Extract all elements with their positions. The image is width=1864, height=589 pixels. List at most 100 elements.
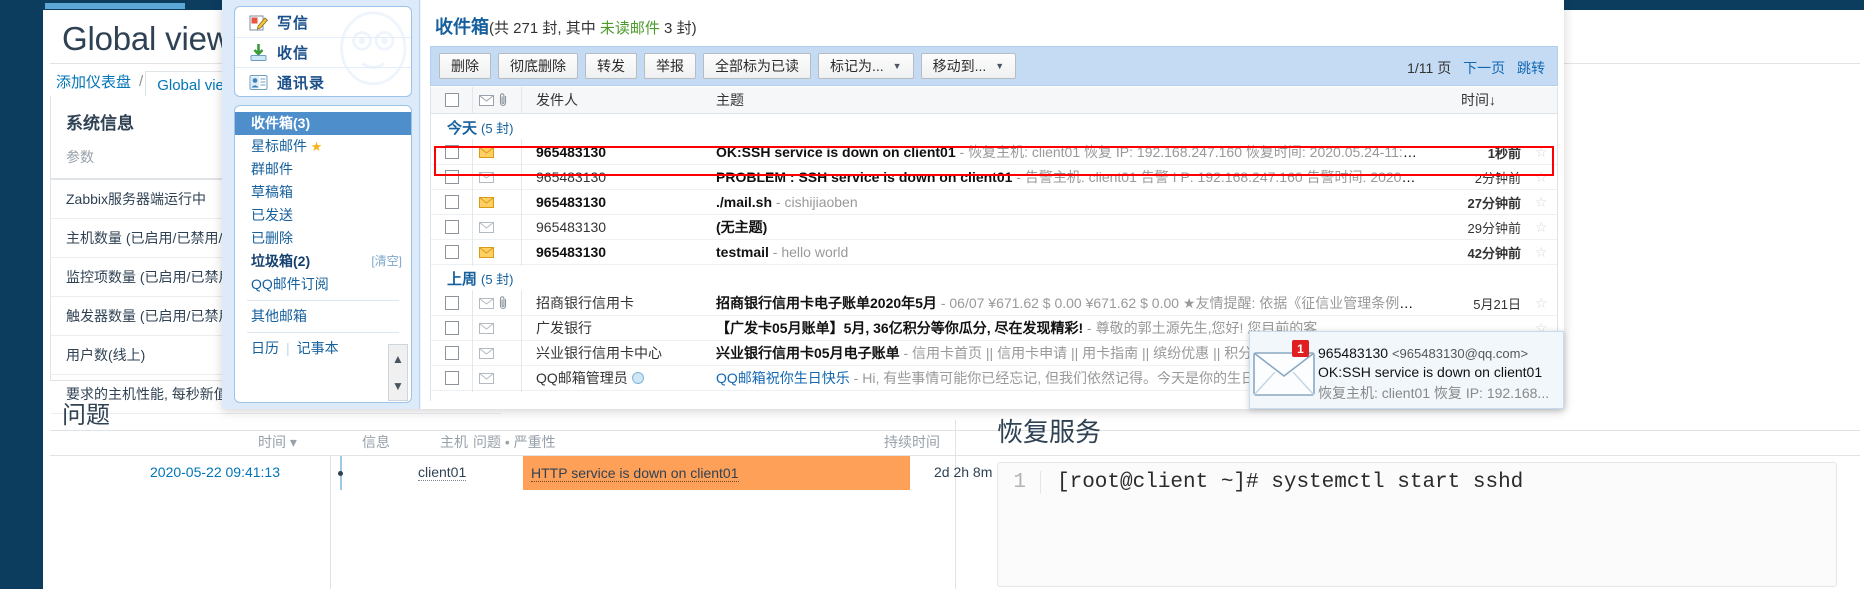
timeline-dot-icon <box>338 471 343 476</box>
mail-list-item[interactable]: 965483130 ./mail.sh - cishijiaoben 27分钟前 ☆ <box>431 188 1557 216</box>
envelope-icon[interactable] <box>479 94 494 106</box>
mail-list-item[interactable]: 965483130 (无主题) 29分钟前 ☆ <box>431 213 1557 241</box>
sidebar-item-QQ邮件订阅[interactable]: QQ邮件订阅 <box>235 273 411 296</box>
star-icon: ★ <box>307 139 323 154</box>
row-checkbox[interactable] <box>444 195 459 209</box>
sidebar-item-calendar[interactable]: 日历 <box>251 340 279 356</box>
scroll-up-icon[interactable]: ▲ <box>389 345 407 372</box>
row-checkbox[interactable] <box>444 346 459 360</box>
inbox-folder-name: 收件箱 <box>435 17 489 37</box>
mail-subject[interactable]: (无主题) <box>707 217 1417 237</box>
toolbar-button-移动到[interactable]: 移动到... ▼ <box>920 53 1017 79</box>
toolbar-button-删除[interactable]: 删除 <box>439 53 491 79</box>
star-toggle-icon[interactable]: ☆ <box>1535 295 1557 312</box>
row-checkbox[interactable] <box>444 296 459 310</box>
mail-subject[interactable]: ./mail.sh - cishijiaoben <box>707 194 1417 210</box>
toast-sender-line: 965483130 <965483130@qq.com> <box>1318 345 1553 361</box>
column-subject[interactable]: 主题 <box>707 90 1437 110</box>
mail-list-item[interactable]: 965483130 testmail - hello world 42分钟前 ☆ <box>431 238 1557 266</box>
status-badge[interactable]: HTTP service is down on client01 <box>523 456 910 490</box>
empty-trash-link[interactable]: [清空] <box>371 250 402 273</box>
toolbar-button-举报[interactable]: 举报 <box>644 53 696 79</box>
star-toggle-icon[interactable]: ☆ <box>1535 219 1557 236</box>
problems-col-info[interactable]: 信息 <box>362 432 390 452</box>
compose-menu-label: 通讯录 <box>277 75 326 92</box>
row-checkbox-cell[interactable] <box>431 245 472 259</box>
problems-col-time[interactable]: 时间 ▾ <box>258 432 297 452</box>
envelope-icon <box>1253 352 1315 396</box>
verified-badge-icon <box>631 372 644 384</box>
column-sender[interactable]: 发件人 <box>522 90 707 110</box>
problems-col-host[interactable]: 主机 <box>440 432 468 452</box>
problems-widget-title: 问题 <box>62 402 110 429</box>
mail-list-item[interactable]: 招商银行信用卡 招商银行信用卡电子账单2020年5月 - 06/07 ¥671.6… <box>431 289 1557 317</box>
sidebar-item-草稿箱[interactable]: 草稿箱 <box>235 181 411 204</box>
select-all-cell[interactable] <box>431 93 472 107</box>
row-checkbox-cell[interactable] <box>431 296 472 310</box>
problem-time[interactable]: 2020-05-22 09:41:13 <box>150 464 280 480</box>
chevron-down-icon[interactable]: ▼ <box>893 61 902 71</box>
toolbar-button-转发[interactable]: 转发 <box>585 53 637 79</box>
mail-subject[interactable]: 招商银行信用卡电子账单2020年5月 - 06/07 ¥671.62 $ 0.0… <box>707 293 1417 313</box>
mail-group-count: (5 封) <box>481 120 514 136</box>
select-all-checkbox[interactable] <box>444 93 459 107</box>
sidebar-item-other-mailbox[interactable]: 其他邮箱 <box>235 305 411 328</box>
mail-group-header[interactable]: 今天 (5 封) <box>431 114 1557 140</box>
problems-col-problem[interactable]: 问题 • 严重性 <box>473 432 556 452</box>
toolbar-button-label: 全部标为已读 <box>715 58 799 74</box>
toolbar-button-彻底删除[interactable]: 彻底删除 <box>498 53 578 79</box>
sidebar-scrollbar[interactable]: ▲ ▼ <box>388 344 408 401</box>
folder-label: QQ邮件订阅 <box>251 276 329 292</box>
row-checkbox-cell[interactable] <box>431 371 472 385</box>
toolbar-button-标记为[interactable]: 标记为... ▼ <box>818 53 914 79</box>
row-checkbox-cell[interactable] <box>431 220 472 234</box>
next-page-link[interactable]: 下一页 <box>1463 60 1505 76</box>
page-title: Global view <box>62 20 231 57</box>
problem-host[interactable]: client01 <box>418 464 467 481</box>
paperclip-icon <box>499 296 507 310</box>
scroll-down-icon[interactable]: ▼ <box>389 372 407 399</box>
compose-menu-item-contacts[interactable]: 通讯录 <box>235 67 411 96</box>
mail-toolbar: 删除 彻底删除 转发 举报 全部标为已读 标记为... ▼ 移动到... ▼ 1/11 页 下一… <box>430 46 1558 86</box>
inbox-unread-label[interactable]: 未读邮件 <box>600 20 660 37</box>
row-checkbox-cell[interactable] <box>431 195 472 209</box>
toolbar-button-label: 标记为... <box>830 58 884 74</box>
highlight-box <box>434 146 1554 176</box>
page-indicator: 1/11 页 <box>1407 60 1452 76</box>
sidebar-item-已发送[interactable]: 已发送 <box>235 204 411 227</box>
mail-time: 27分钟前 <box>1467 195 1521 211</box>
sidebar-item-群邮件[interactable]: 群邮件 <box>235 158 411 181</box>
column-time[interactable]: 时间↓ <box>1437 90 1557 110</box>
sidebar-item-垃圾箱[interactable]: 垃圾箱(2) [清空] <box>235 250 411 273</box>
row-checkbox[interactable] <box>444 321 459 335</box>
chevron-down-icon[interactable]: ▼ <box>995 61 1004 71</box>
new-mail-notification[interactable]: 1 965483130 <965483130@qq.com> OK:SSH se… <box>1249 331 1564 409</box>
sidebar-item-已删除[interactable]: 已删除 <box>235 227 411 250</box>
star-toggle-icon[interactable]: ☆ <box>1535 194 1557 211</box>
sidebar-item-星标邮件[interactable]: 星标邮件 ★ <box>235 135 411 158</box>
row-checkbox[interactable] <box>444 245 459 259</box>
compose-menu-item-compose[interactable]: 写信 <box>235 7 411 37</box>
compose-menu-label: 写信 <box>277 14 310 32</box>
toolbar-button-全部标为已读[interactable]: 全部标为已读 <box>703 53 811 79</box>
breadcrumb-add-dashboard[interactable]: 添加仪表盘 <box>50 68 137 95</box>
problems-col-duration[interactable]: 持续时间 <box>884 432 940 452</box>
row-checkbox-cell[interactable] <box>431 321 472 335</box>
sidebar-item-收件箱[interactable]: 收件箱(3) <box>235 112 411 135</box>
star-toggle-icon[interactable]: ☆ <box>1535 244 1557 261</box>
folder-label: 收件箱(3) <box>251 115 311 131</box>
mail-subject[interactable]: testmail - hello world <box>707 244 1417 260</box>
toolbar-button-label: 转发 <box>597 58 625 74</box>
inbox-count-prefix: (共 271 封, 其中 <box>489 20 600 37</box>
row-checkbox[interactable] <box>444 220 459 234</box>
code-block: 1 [root@client ~]# systemctl start sshd <box>997 462 1837 587</box>
toast-icon-area: 1 <box>1250 340 1318 396</box>
mail-group-header[interactable]: 上周 (5 封) <box>431 265 1557 291</box>
sidebar-item-notes[interactable]: 记事本 <box>297 340 339 356</box>
paperclip-icon[interactable] <box>499 93 508 107</box>
jump-page-link[interactable]: 跳转 <box>1517 60 1545 76</box>
row-checkbox[interactable] <box>444 371 459 385</box>
row-checkbox-cell[interactable] <box>431 346 472 360</box>
toast-subject[interactable]: OK:SSH service is down on client01 <box>1318 364 1553 380</box>
compose-menu-item-receive[interactable]: 收信 <box>235 37 411 67</box>
